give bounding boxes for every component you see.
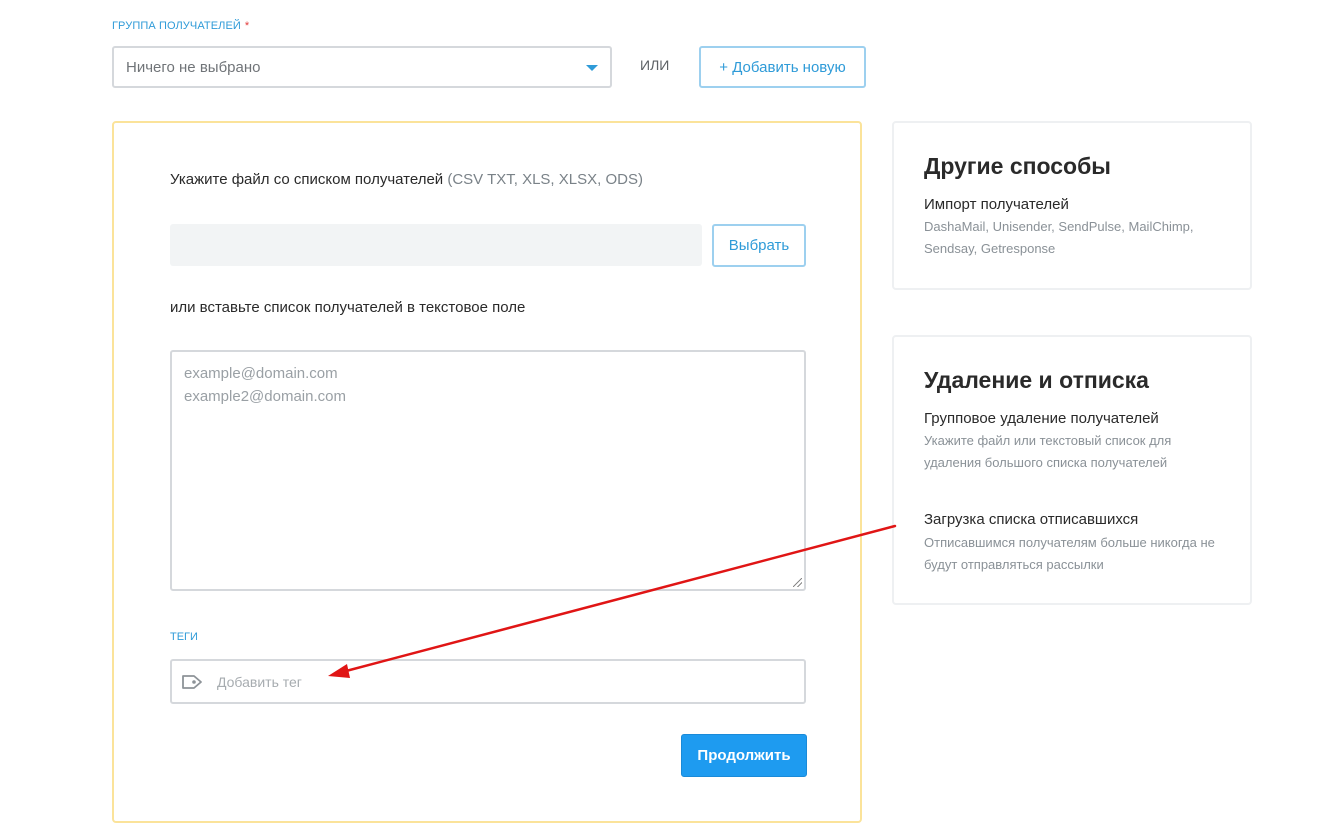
tag-input-placeholder: Добавить тег	[217, 674, 302, 690]
file-path-field[interactable]	[170, 224, 702, 266]
tags-label: ТЕГИ	[170, 631, 198, 643]
recipients-textarea-placeholder: example@domain.com example2@domain.com	[184, 365, 346, 405]
paste-hint: или вставьте список получателей в тексто…	[170, 299, 526, 316]
file-hint-text: Укажите файл со списком получателей	[170, 171, 444, 188]
chevron-down-icon	[586, 65, 598, 71]
upload-card: Укажите файл со списком получателей (CSV…	[112, 121, 862, 823]
group-delete-desc: Укажите файл или текстовый список для уд…	[924, 433, 1172, 470]
file-hint: Укажите файл со списком получателей (CSV…	[170, 171, 643, 188]
recipient-group-select-value: Ничего не выбрано	[126, 59, 261, 76]
removal-title: Удаление и отписка	[924, 367, 1149, 393]
continue-button[interactable]: Продолжить	[681, 734, 807, 777]
recipients-textarea[interactable]: example@domain.com example2@domain.com	[170, 350, 806, 591]
other-methods-title: Другие способы	[924, 153, 1111, 179]
resize-handle[interactable]	[793, 578, 802, 587]
import-recipients-link[interactable]: Импорт получателей	[924, 196, 1069, 213]
tag-input[interactable]: Добавить тег	[170, 659, 806, 704]
required-mark: *	[244, 20, 250, 32]
recipient-group-label: ГРУППА ПОЛУЧАТЕЛЕЙ *	[112, 20, 249, 32]
other-methods-card: Другие способы Импорт получателей DashaM…	[892, 121, 1252, 290]
unsubscribed-upload-desc: Отписавшимся получателям больше никогда …	[924, 535, 1215, 572]
or-separator: ИЛИ	[640, 57, 670, 73]
unsubscribed-upload-link[interactable]: Загрузка списка отписавшихся	[924, 511, 1138, 528]
import-recipients-desc: DashaMail, Unisender, SendPulse, MailChi…	[924, 219, 1194, 256]
file-formats: (CSV TXT, XLS, XLSX, ODS)	[447, 171, 643, 188]
recipient-group-label-text: ГРУППА ПОЛУЧАТЕЛЕЙ	[112, 20, 241, 32]
tag-icon	[182, 675, 202, 689]
recipient-group-select[interactable]: Ничего не выбрано	[112, 46, 612, 88]
group-delete-link[interactable]: Групповое удаление получателей	[924, 410, 1159, 427]
add-new-group-button[interactable]: + Добавить новую	[699, 46, 866, 88]
choose-file-button[interactable]: Выбрать	[712, 224, 806, 267]
removal-card: Удаление и отписка Групповое удаление по…	[892, 335, 1252, 605]
